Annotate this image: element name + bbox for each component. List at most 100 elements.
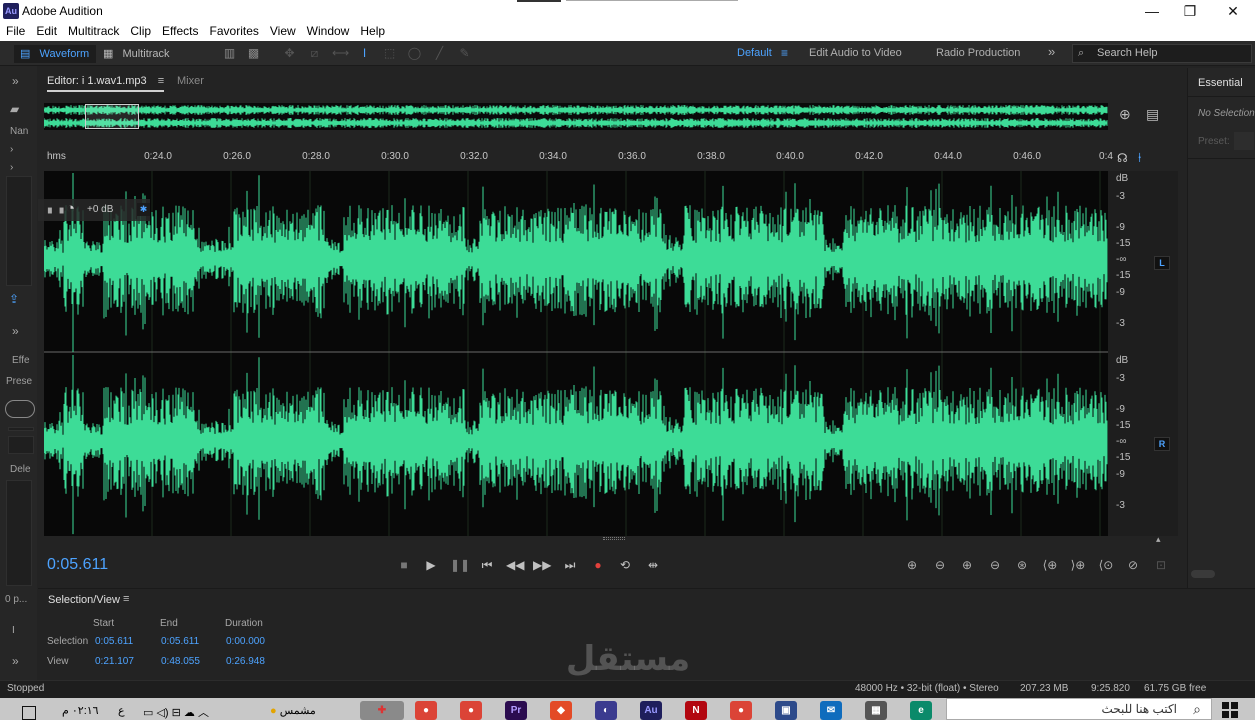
zoom-in-amplitude-icon[interactable]: ⊕ bbox=[903, 556, 921, 574]
maximize-button[interactable]: ❐ bbox=[1168, 0, 1212, 22]
zoom-in-time-icon[interactable]: ⊕ bbox=[958, 556, 976, 574]
razor-tool-icon[interactable]: ⧄ bbox=[307, 46, 322, 60]
zoom-in-left-icon[interactable]: ⟨⊕ bbox=[1041, 556, 1059, 574]
zoom-out-time-icon[interactable]: ⊖ bbox=[986, 556, 1004, 574]
workspace-radio-production[interactable]: Radio Production bbox=[936, 47, 1020, 59]
menu-effects[interactable]: Effects bbox=[156, 22, 203, 38]
channel-left-badge[interactable]: L bbox=[1154, 256, 1170, 270]
menu-edit[interactable]: Edit bbox=[30, 22, 62, 38]
selection-end-value[interactable]: 0:05.611 bbox=[161, 636, 199, 647]
play-button[interactable]: ▶ bbox=[422, 557, 440, 573]
selection-start-value[interactable]: 0:05.611 bbox=[95, 636, 133, 647]
taskbar-app-flag-icon[interactable]: ▣ bbox=[775, 701, 797, 720]
show-desktop-icon[interactable] bbox=[22, 706, 36, 720]
expand-bottom-chevron-icon[interactable]: » bbox=[12, 654, 19, 668]
menu-view[interactable]: View bbox=[264, 22, 301, 38]
hud-grip-icon[interactable]: ▖▗ bbox=[48, 203, 63, 214]
lasso-tool-icon[interactable]: ◯ bbox=[407, 46, 422, 60]
loop-playback-button[interactable]: ⟲ bbox=[616, 557, 634, 573]
pause-button[interactable]: ❚❚ bbox=[450, 557, 470, 573]
taskbar-chrome-icon-3[interactable]: ● bbox=[730, 701, 752, 720]
view-end-value[interactable]: 0:48.055 bbox=[161, 656, 200, 667]
zoom-out-full-icon[interactable]: ⊛ bbox=[1013, 556, 1031, 574]
taskbar-app-recorder[interactable]: ✚ bbox=[360, 701, 404, 720]
rewind-button[interactable]: ◀◀ bbox=[506, 557, 524, 573]
windows-start-icon[interactable] bbox=[1222, 702, 1238, 718]
open-folder-icon[interactable]: ▰ bbox=[10, 102, 19, 116]
zoom-playhead-icon[interactable]: ⊘ bbox=[1124, 556, 1142, 574]
brush-tool-icon[interactable]: ╱ bbox=[432, 46, 447, 60]
insert-into-multitrack-icon[interactable]: ⇪ bbox=[9, 292, 19, 306]
view-start-value[interactable]: 0:21.107 bbox=[95, 656, 134, 667]
multitrack-mode-button[interactable]: ▦ Multitrack bbox=[103, 45, 183, 63]
overview-menu-icon[interactable]: ▤ bbox=[1146, 106, 1159, 123]
skip-selection-button[interactable]: ⇹ bbox=[644, 557, 662, 573]
zoom-out-amplitude-icon[interactable]: ⊖ bbox=[931, 556, 949, 574]
menu-file[interactable]: File bbox=[0, 22, 30, 38]
spot-healing-tool-icon[interactable]: ✎ bbox=[457, 46, 472, 60]
taskbar-audition-icon[interactable]: Au bbox=[640, 701, 662, 720]
waveform-mode-button[interactable]: ▤ Waveform bbox=[14, 45, 96, 63]
spectral-pitch-icon[interactable]: ▩ bbox=[246, 46, 261, 60]
tab-menu-icon[interactable]: ≡ bbox=[158, 75, 164, 87]
time-ruler[interactable]: hms 0:24.0 0:26.0 0:28.0 0:30.0 0:32.0 0:34.0… bbox=[44, 149, 1113, 171]
record-button[interactable]: ● bbox=[589, 557, 607, 573]
view-duration-value[interactable]: 0:26.948 bbox=[226, 656, 265, 667]
taskbar-clock[interactable]: ٠٢:١٦ م bbox=[62, 704, 99, 717]
time-selection-tool-icon[interactable]: I bbox=[357, 46, 372, 60]
playhead-marker-icon[interactable]: ⍿ bbox=[1138, 150, 1141, 166]
collapse-icon[interactable]: ▴ bbox=[1156, 534, 1161, 545]
taskbar-premiere-icon[interactable]: Pr bbox=[505, 701, 527, 720]
taskbar-app-orange-icon[interactable]: ◆ bbox=[550, 701, 572, 720]
menu-favorites[interactable]: Favorites bbox=[204, 22, 264, 38]
taskbar-netflix-icon[interactable]: N bbox=[685, 701, 707, 720]
weather-widget[interactable]: ● مشمس bbox=[270, 704, 316, 717]
marquee-tool-icon[interactable]: ⬚ bbox=[382, 46, 397, 60]
effect-power-toggle[interactable] bbox=[5, 400, 35, 418]
waveform-overview[interactable] bbox=[43, 103, 1108, 130]
taskbar-search-input[interactable]: اكتب هنا للبحث ⌕ bbox=[946, 698, 1212, 720]
expand-panel-chevron-icon[interactable]: » bbox=[12, 74, 19, 88]
menu-clip[interactable]: Clip bbox=[124, 22, 156, 38]
taskbar-app-blue-icon[interactable]: ◐ bbox=[595, 701, 617, 720]
workspace-menu-icon[interactable]: ≡ bbox=[777, 46, 792, 60]
selection-duration-value[interactable]: 0:00.000 bbox=[226, 636, 265, 647]
close-button[interactable]: ✕ bbox=[1211, 0, 1255, 22]
current-time-display[interactable]: 0:05.611 bbox=[47, 556, 108, 574]
hud-volume-control[interactable]: ▖▗ ◔ +0 dB ✱ bbox=[38, 199, 150, 221]
overview-viewport-handle[interactable] bbox=[85, 104, 139, 129]
selection-view-menu-icon[interactable]: ≡ bbox=[123, 593, 129, 605]
tab-mixer[interactable]: Mixer bbox=[177, 75, 204, 87]
workspace-edit-audio-to-video[interactable]: Edit Audio to Video bbox=[809, 47, 902, 59]
taskbar-mail-icon[interactable]: ✉ bbox=[820, 701, 842, 720]
spectral-frequency-icon[interactable]: ▥ bbox=[222, 46, 237, 60]
waveform-display[interactable] bbox=[43, 171, 1108, 536]
zoom-selection-icon[interactable]: ⟨⊙ bbox=[1097, 556, 1115, 574]
more-workspaces-chevron-icon[interactable]: » bbox=[1048, 44, 1055, 59]
taskbar-store-icon[interactable]: ▦ bbox=[865, 701, 887, 720]
tab-editor-file[interactable]: Editor: i 1.wav1.mp3 ≡ bbox=[47, 75, 165, 92]
zoom-reset-icon[interactable]: ⊡ bbox=[1152, 556, 1170, 574]
preset-dropdown[interactable] bbox=[1234, 132, 1254, 150]
workspace-default[interactable]: Default bbox=[737, 47, 772, 59]
menu-help[interactable]: Help bbox=[354, 22, 390, 38]
pin-hud-icon[interactable]: ✱ bbox=[137, 203, 150, 216]
panel-resize-handle[interactable] bbox=[603, 537, 625, 540]
menu-window[interactable]: Window bbox=[301, 22, 355, 38]
expand-row-chevron-icon[interactable]: › bbox=[10, 144, 13, 155]
notification-tray-icons[interactable]: ▭ ◁) ⊟ ☁ ︿ bbox=[143, 704, 209, 720]
slip-tool-icon[interactable]: ⟷ bbox=[332, 46, 349, 60]
move-tool-icon[interactable]: ✥ bbox=[282, 46, 297, 60]
move-playhead-previous-button[interactable]: ⏮ bbox=[478, 557, 496, 573]
taskbar-chrome-icon[interactable]: ● bbox=[415, 701, 437, 720]
volume-knob-icon[interactable]: ◔ bbox=[66, 200, 75, 217]
expand-row-chevron-icon-2[interactable]: › bbox=[10, 162, 13, 173]
move-playhead-next-button[interactable]: ⏭ bbox=[561, 557, 579, 573]
stop-button[interactable]: ■ bbox=[395, 557, 413, 573]
search-help-input[interactable]: ⌕ Search Help bbox=[1072, 44, 1252, 63]
fast-forward-button[interactable]: ▶▶ bbox=[533, 557, 551, 573]
menu-multitrack[interactable]: Multitrack bbox=[62, 22, 124, 38]
zoom-in-right-icon[interactable]: ⟩⊕ bbox=[1069, 556, 1087, 574]
zoom-to-selection-icon[interactable]: ⊕ bbox=[1119, 106, 1131, 123]
channel-right-badge[interactable]: R bbox=[1154, 437, 1170, 451]
